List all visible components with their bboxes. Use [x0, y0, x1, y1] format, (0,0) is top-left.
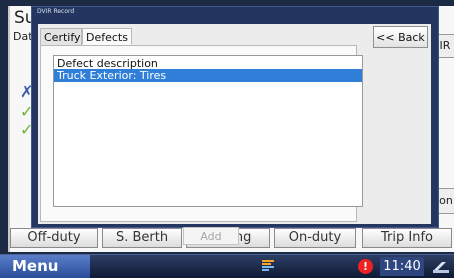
dialog-title: DVIR Record [37, 8, 75, 15]
menu-button[interactable]: Menu [0, 255, 90, 278]
tab-off-duty[interactable]: Off-duty [10, 228, 98, 248]
list-item[interactable]: Truck Exterior: Tires [54, 69, 362, 82]
background-app-subtab[interactable]: Dat [13, 30, 33, 43]
dialog-body: Certify Defects << Back Defect descripti… [38, 24, 431, 245]
dvir-record-dialog: DVIR Record Certify Defects << Back Defe… [31, 6, 439, 245]
tab-trip-info[interactable]: Trip Info [362, 228, 452, 248]
defects-list[interactable]: Defect description Truck Exterior: Tires [53, 55, 363, 207]
taskbar: Menu ! 11:40 [0, 254, 454, 278]
tab-defects[interactable]: Defects [82, 28, 132, 45]
printer-icon[interactable] [432, 259, 450, 274]
screen: Sur Dat ✗ ✓ ✓ IR on Off-duty S. Berth Dr… [0, 0, 454, 278]
tab-sleeper-berth[interactable]: S. Berth [102, 228, 182, 248]
defects-panel: Defect description Truck Exterior: Tires… [40, 45, 363, 245]
clock: 11:40 [380, 257, 424, 276]
tab-on-duty[interactable]: On-duty [274, 228, 356, 248]
tab-certify[interactable]: Certify [40, 28, 82, 45]
alert-icon[interactable]: ! [358, 259, 373, 274]
back-button[interactable]: << Back [373, 26, 428, 48]
add-button[interactable]: Add [183, 227, 239, 245]
bars-icon[interactable] [262, 260, 274, 274]
